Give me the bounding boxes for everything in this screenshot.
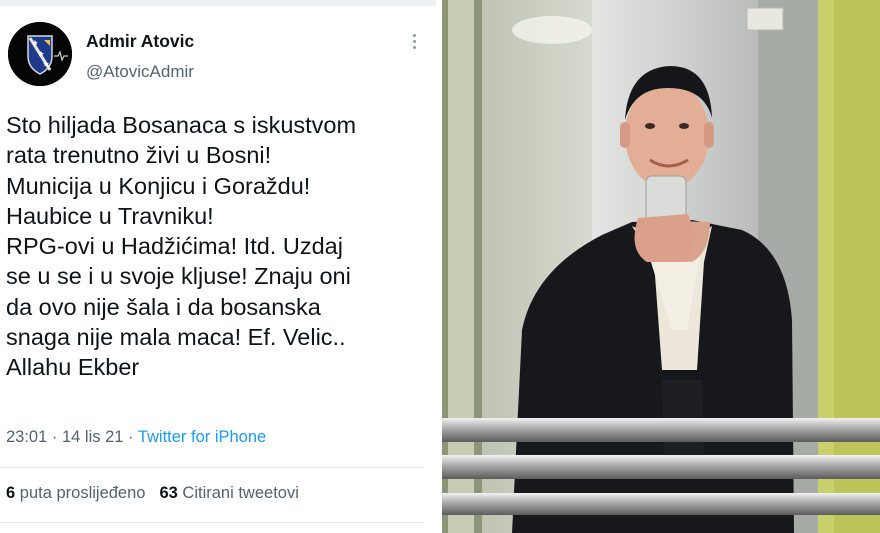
tweet-text-line: da ovo nije šala i da bosanska: [6, 293, 321, 320]
tweet-card: Admir Atovic @AtovicAdmir Sto hiljada Bo…: [0, 0, 436, 533]
tweet-text-line: Haubice u Travniku!: [6, 202, 214, 229]
meta-separator: ·: [47, 428, 62, 446]
tweet-text: Sto hiljada Bosanaca s iskustvom rata tr…: [6, 110, 434, 383]
tweet-text-line: rata trenutno živi u Bosni!: [6, 142, 272, 169]
author-handle[interactable]: @AtovicAdmir: [86, 62, 194, 82]
tweet-text-line: Municija u Konjicu i Goraždu!: [6, 172, 311, 199]
more-options-icon[interactable]: [410, 34, 418, 54]
selfie-photo: [442, 0, 880, 533]
avatar[interactable]: [8, 22, 72, 86]
quotes-count: 63: [159, 484, 178, 502]
tweet-time[interactable]: 23:01: [6, 428, 47, 446]
tweet-text-line: Sto hiljada Bosanaca s iskustvom: [6, 112, 357, 138]
quotes-label: Citirani tweetovi: [182, 484, 299, 502]
retweets-label: puta proslijeđeno: [19, 484, 146, 502]
meta-separator: ·: [123, 428, 138, 446]
retweets-count: 6: [6, 484, 16, 502]
divider: [0, 522, 424, 523]
author-name[interactable]: Admir Atovic: [86, 31, 194, 52]
tweet-source-link[interactable]: Twitter for iPhone: [138, 428, 266, 446]
top-strip: [0, 0, 436, 6]
tweet-metadata: 23:01 · 14 lis 21 · Twitter for iPhone: [6, 428, 266, 447]
tweet-text-line: se u se i u svoje kljuse! Znaju oni: [6, 263, 351, 290]
quotes-stat[interactable]: 63 Citirani tweetovi: [159, 484, 298, 502]
tweet-stats: 6 puta proslijeđeno 63 Citirani tweetovi: [6, 484, 299, 503]
tweet-text-line: Allahu Ekber: [6, 354, 140, 381]
tweet-date[interactable]: 14 lis 21: [62, 428, 123, 446]
tweet-text-line: snaga nije mala maca! Ef. Velic..: [6, 324, 346, 351]
tweet-text-line: RPG-ovi u Hadžićima! Itd. Uzdaj: [6, 233, 343, 260]
divider: [0, 467, 424, 468]
retweets-stat[interactable]: 6 puta proslijeđeno: [6, 484, 145, 502]
bosnian-coat-of-arms-icon: [8, 22, 72, 86]
